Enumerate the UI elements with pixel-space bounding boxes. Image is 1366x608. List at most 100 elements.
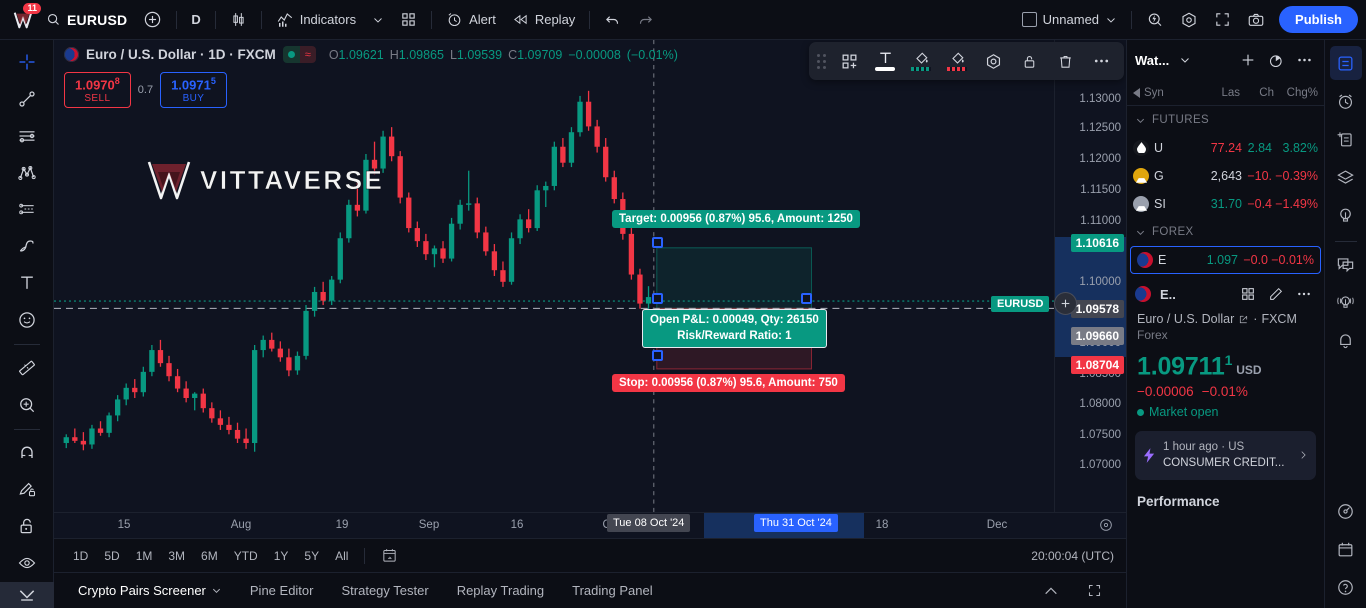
pattern-tool[interactable] [8, 155, 46, 191]
replay-button[interactable]: Replay [504, 6, 583, 34]
broadcast-rail-button[interactable] [1330, 285, 1362, 319]
maximize-panel-button[interactable] [1075, 577, 1114, 604]
col-change[interactable]: Ch [1240, 87, 1274, 99]
open-pnl-box[interactable]: Open P&L: 0.00049, Qty: 26150 Risk/Rewar… [642, 309, 827, 349]
col-last[interactable]: Las [1206, 87, 1240, 99]
lock-drawings-tool[interactable] [8, 508, 46, 544]
news-card[interactable]: 1 hour ago · US CONSUMER CREDIT... [1135, 431, 1316, 480]
timezone-settings-button[interactable] [1098, 517, 1114, 533]
range-button-6m[interactable]: 6M [194, 546, 225, 566]
emoji-tool[interactable] [8, 302, 46, 338]
entry-drag-handle-left[interactable] [652, 293, 663, 304]
watchlist-dropdown-button[interactable] [1173, 48, 1197, 72]
notifications-rail-button[interactable] [1330, 323, 1362, 357]
more-options-button[interactable] [1084, 46, 1118, 76]
watchlist-group-futures[interactable]: FUTURES [1127, 106, 1324, 134]
snapshot-button[interactable] [1239, 6, 1273, 34]
tab-pine-editor[interactable]: Pine Editor [238, 577, 326, 604]
buy-button[interactable]: 1.09715 BUY [160, 72, 227, 109]
entry-price-tag[interactable]: 1.09660 [1070, 327, 1124, 345]
alerts-rail-button[interactable] [1330, 84, 1362, 118]
tab-crypto-pairs-screener[interactable]: Crypto Pairs Screener [66, 577, 234, 604]
watchlist-row-ukoil[interactable]: U 77.24 2.84 3.82% [1127, 134, 1324, 162]
cursor-crosshair-tool[interactable] [8, 44, 46, 80]
watchlist-row-gold[interactable]: G 2,643 −10. −0.39% [1127, 162, 1324, 190]
selected-date-tag[interactable]: Thu 31 Oct '24 [754, 514, 838, 532]
layout-name-button[interactable]: Unnamed [1014, 6, 1125, 34]
indicators-dropdown-button[interactable] [364, 6, 392, 34]
watchlist-group-forex[interactable]: FOREX [1127, 218, 1324, 246]
current-price-tag[interactable]: 1.09578 [1070, 300, 1124, 318]
expand-panel-button[interactable] [1031, 580, 1071, 602]
watchlist-rail-button[interactable] [1329, 46, 1362, 80]
floating-drawing-toolbar[interactable] [809, 42, 1124, 80]
collapse-toolbar-button[interactable] [0, 582, 54, 608]
prediction-tool[interactable] [8, 191, 46, 227]
tradingview-logo-button[interactable]: 11 [8, 2, 41, 34]
lock-object-button[interactable] [1012, 46, 1046, 76]
quick-search-button[interactable] [1138, 6, 1172, 34]
range-button-ytd[interactable]: YTD [227, 546, 265, 566]
publish-button[interactable]: Publish [1279, 6, 1358, 33]
trend-line-tool[interactable] [8, 81, 46, 117]
timeframe-button[interactable]: D [183, 6, 208, 34]
target-drag-handle[interactable] [652, 237, 663, 248]
collapse-arrow-icon[interactable] [1133, 87, 1141, 98]
tab-trading-panel[interactable]: Trading Panel [560, 577, 664, 604]
target-label-box[interactable]: Target: 0.00956 (0.87%) 95.6, Amount: 12… [612, 210, 860, 228]
watchlist-row-eurusd[interactable]: E 1.097 −0.0 −0.01% [1130, 246, 1321, 274]
hide-drawings-tool[interactable] [8, 545, 46, 581]
ideas-rail-button[interactable] [1330, 198, 1362, 232]
goto-date-button[interactable] [374, 544, 405, 567]
add-symbol-button[interactable] [1236, 48, 1260, 72]
text-style-button[interactable] [868, 46, 902, 76]
sell-button[interactable]: 1.09708 SELL [64, 72, 131, 109]
notes-rail-button[interactable] [1330, 122, 1362, 156]
add-object-button[interactable] [832, 46, 866, 76]
trading-rail-button[interactable] [1330, 494, 1362, 528]
templates-button[interactable] [392, 6, 425, 34]
watchlist-chart-button[interactable] [1264, 48, 1288, 72]
range-button-5d[interactable]: 5D [97, 546, 126, 566]
price-axis[interactable]: 1.13000 1.12500 1.12000 1.11500 1.11000 … [1054, 40, 1126, 512]
redo-button[interactable] [629, 6, 662, 34]
range-button-1m[interactable]: 1M [129, 546, 160, 566]
add-symbol-button[interactable] [135, 6, 170, 34]
fill-green-button[interactable] [904, 46, 938, 76]
detail-more-button[interactable] [1292, 282, 1316, 306]
stop-price-tag[interactable]: 1.08704 [1070, 356, 1124, 374]
toolbar-drag-handle[interactable] [817, 53, 826, 69]
range-button-3m[interactable]: 3M [161, 546, 192, 566]
col-change-pct[interactable]: Chg% [1274, 87, 1318, 99]
fullscreen-button[interactable] [1206, 6, 1239, 34]
stop-drag-handle[interactable] [652, 350, 663, 361]
delete-object-button[interactable] [1048, 46, 1082, 76]
stay-in-drawing-mode-tool[interactable] [8, 471, 46, 507]
chart-canvas-area[interactable]: Euro / U.S. Dollar · 1D · FXCM ≈ O1.0962… [54, 40, 1126, 512]
stop-label-box[interactable]: Stop: 0.00956 (0.87%) 95.6, Amount: 750 [612, 374, 845, 392]
external-link-icon[interactable] [1238, 314, 1249, 325]
range-button-1d[interactable]: 1D [66, 546, 95, 566]
measure-tool[interactable] [8, 350, 46, 386]
tab-strategy-tester[interactable]: Strategy Tester [329, 577, 440, 604]
add-alert-plus-button[interactable] [1054, 292, 1077, 315]
theme-button[interactable] [1172, 6, 1206, 34]
brush-tool[interactable] [8, 228, 46, 264]
alert-button[interactable]: Alert [438, 6, 504, 34]
tab-replay-trading[interactable]: Replay Trading [445, 577, 556, 604]
watchlist-row-silver[interactable]: SI 31.70 −0.4 −1.49% [1127, 190, 1324, 218]
calendar-rail-button[interactable] [1330, 532, 1362, 566]
help-rail-button[interactable] [1330, 570, 1362, 604]
detail-layout-button[interactable] [1236, 282, 1260, 306]
horizontal-lines-tool[interactable] [8, 118, 46, 154]
time-axis[interactable]: 15 Aug 19 Sep 16 O 18 Dec Tue 08 Oct '24… [54, 512, 1126, 538]
watchlist-more-button[interactable] [1292, 48, 1316, 72]
watchlist-title[interactable]: Wat... [1135, 53, 1169, 68]
layers-rail-button[interactable] [1330, 160, 1362, 194]
fill-red-button[interactable] [940, 46, 974, 76]
chat-rail-button[interactable] [1330, 247, 1362, 281]
range-button-all[interactable]: All [328, 546, 355, 566]
col-symbol[interactable]: Syn [1144, 87, 1206, 99]
range-button-1y[interactable]: 1Y [267, 546, 296, 566]
chart-type-button[interactable] [222, 6, 255, 34]
